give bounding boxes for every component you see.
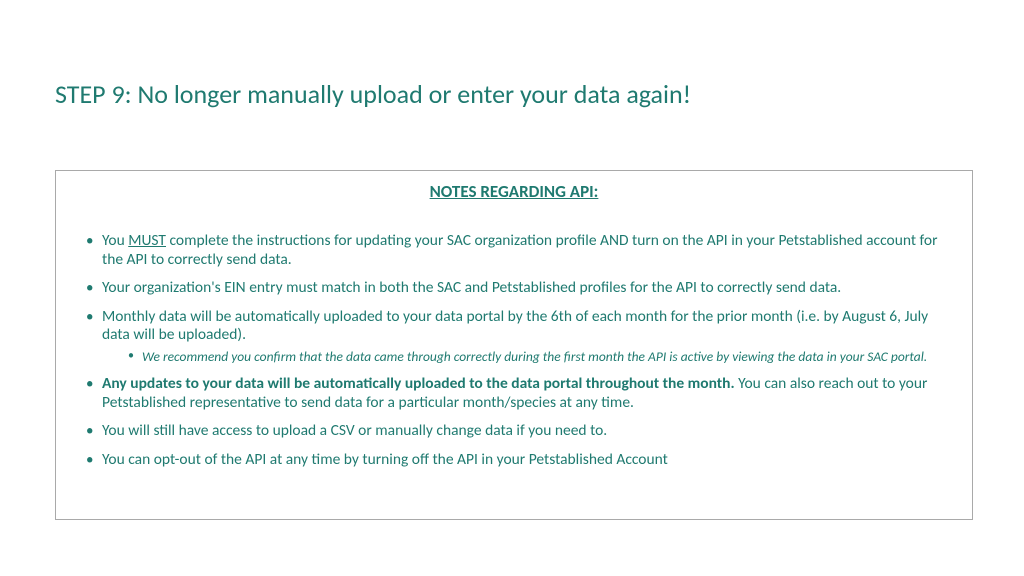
- bullet-3-text: Monthly data will be automatically uploa…: [102, 307, 928, 345]
- slide: STEP 9: No longer manually upload or ent…: [0, 0, 1024, 576]
- notes-heading: NOTES REGARDING API:: [80, 181, 948, 202]
- bullet-1: You MUST complete the instructions for u…: [80, 232, 948, 269]
- bullet-6: You can opt-out of the API at any time b…: [80, 451, 948, 470]
- bullet-4: Any updates to your data will be automat…: [80, 375, 948, 412]
- bullet-1-must: MUST: [128, 231, 166, 250]
- slide-title: STEP 9: No longer manually upload or ent…: [55, 78, 691, 110]
- bullet-5: You will still have access to upload a C…: [80, 422, 948, 441]
- bullet-1-post: complete the instructions for updating y…: [102, 231, 938, 269]
- bullet-3: Monthly data will be automatically uploa…: [80, 308, 948, 365]
- bullet-1-pre: You: [102, 231, 128, 250]
- bullet-4-bold: Any updates to your data will be automat…: [102, 374, 735, 393]
- bullet-3-sub: We recommend you confirm that the data c…: [102, 349, 948, 365]
- bullet-2: Your organization's EIN entry must match…: [80, 279, 948, 298]
- sub-list: We recommend you confirm that the data c…: [102, 349, 948, 365]
- notes-list: You MUST complete the instructions for u…: [80, 232, 948, 470]
- notes-box: NOTES REGARDING API: You MUST complete t…: [55, 170, 973, 520]
